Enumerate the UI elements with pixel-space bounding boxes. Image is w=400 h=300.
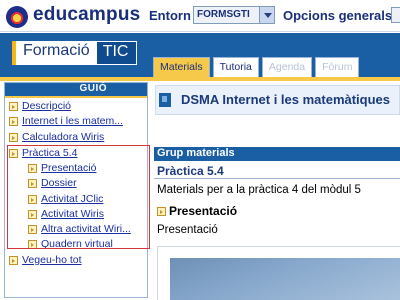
divider [154,178,400,179]
sidebar-item-label: Activitat JClic [41,193,104,205]
bullet-icon [28,164,37,173]
bullet-icon [9,117,18,126]
logo-text[interactable]: educampus [33,4,140,26]
course-title: DSMA Internet i les matemàtiques [181,92,391,107]
bullet-icon [28,210,37,219]
sidebar-item-label: Altra activitat Wiri... [41,223,131,235]
brand-left: Formació [12,41,96,65]
sidebar-title: GUIÓ [79,83,107,94]
sidebar-item-label: Presentació [41,162,97,174]
bullet-icon [28,179,37,188]
entorn-select-value: FORMSGTI [197,9,250,20]
sidebar-item-label: Pràctica 5.4 [22,147,78,159]
bullet-icon [28,195,37,204]
course-tabs: Materials Tutoria Agenda Fòrum [153,57,362,77]
sidebar-guio: GUIÓ Descripció Internet i les matem... … [4,82,148,298]
sidebar-header-line [5,96,147,98]
bullet-icon [9,149,18,158]
top-bar: educampus Entorn FORMSGTI Opcions genera… [0,0,400,32]
bullet-icon [28,240,37,249]
brand-right: TIC [95,41,138,65]
header-stripe [0,77,400,81]
group-header-label: Grup materials [157,147,235,159]
sidebar-header: GUIÓ [5,83,147,96]
sidebar-item-label: Quadern virtual [41,238,113,250]
bullet-icon [9,102,18,111]
options-select[interactable] [391,7,400,23]
practice-title: Pràctica 5.4 [157,164,224,178]
formacio-tic-brand: Formació TIC [12,41,138,65]
entorn-label: Entorn [149,8,191,23]
practice-description: Materials per a la pràctica 4 del mòdul … [157,184,361,196]
group-header: Grup materials [154,147,400,161]
sidebar-item-label: Descripció [22,100,72,112]
tab-tutoria[interactable]: Tutoria [212,57,259,77]
sidebar-item-label: Vegeu-ho tot [22,254,82,266]
entorn-select[interactable]: FORMSGTI [193,6,275,24]
course-title-box: DSMA Internet i les matemàtiques [155,85,400,115]
bullet-icon [9,133,18,142]
sidebar-item-label: Internet i les matem... [22,115,123,127]
bullet-icon [9,256,18,265]
sidebar-item-label: Activitat Wiris [41,208,104,220]
tab-forum: Fòrum [315,57,360,77]
course-icon [159,93,171,107]
presentation-image[interactable] [170,258,400,300]
opcions-generals-link[interactable]: Opcions generals [283,8,392,23]
chevron-down-icon[interactable] [259,7,274,23]
section-text: Presentació [157,224,218,236]
sidebar-item-label: Calculadora Wiris [22,131,105,143]
tab-agenda: Agenda [261,57,313,77]
section-bullet-icon [157,207,166,216]
bullet-icon [28,225,37,234]
sidebar-item-label: Dossier [41,177,77,189]
tab-materials[interactable]: Materials [153,57,210,77]
educampus-logo-icon[interactable] [6,6,28,28]
section-title: Presentació [169,204,238,218]
